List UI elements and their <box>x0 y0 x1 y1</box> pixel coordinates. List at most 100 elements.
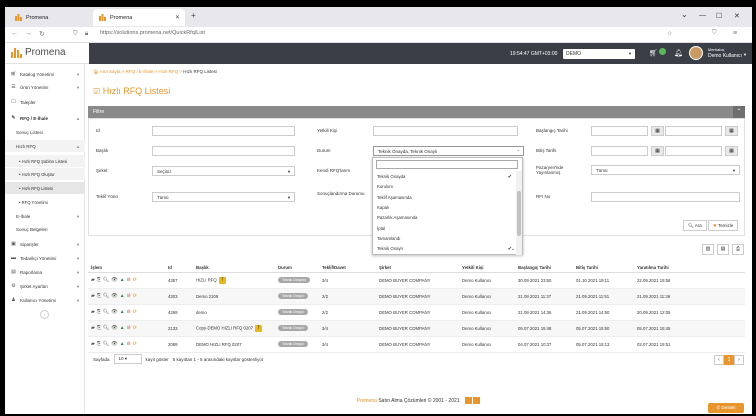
col-sirket[interactable]: Şirket <box>376 263 459 273</box>
durum-option[interactable]: Kurulum <box>376 182 516 192</box>
col-baslangic[interactable]: Başlangıç Tarihi <box>515 263 573 273</box>
sidebar-item-sirket-ayarlari[interactable]: ⚙ Şirket Ayarları ▼ <box>5 280 85 292</box>
cancel-icon[interactable]: ⊘ <box>127 325 131 331</box>
table-row[interactable]: ▰ ⎘ 🔍︎ 👁︎ ▲ ⊘ ⟳ 4357 HIZLI RFQ! Teknik Onayda 3/4 D… <box>88 272 745 289</box>
clear-button[interactable]: ✖ Temizle <box>708 220 739 231</box>
search-button[interactable]: 🔍︎ Ara <box>683 220 707 231</box>
calendar-icon[interactable]: ▦ <box>725 146 738 156</box>
notification-bell-icon[interactable]: 🔔︎ <box>674 49 683 57</box>
col-islem[interactable]: İşlem <box>88 263 165 273</box>
sidebar-item-rfq-yonetimi[interactable]: • RFQ Yönetimi <box>5 196 85 208</box>
search-icon[interactable]: 🔍︎ <box>103 341 109 347</box>
view-icon[interactable]: 👁︎ <box>111 325 117 331</box>
view-icon[interactable]: 👁︎ <box>111 341 117 347</box>
promena-logo[interactable]: Promena <box>11 47 66 58</box>
copy-icon[interactable]: ⎘ <box>97 277 101 283</box>
durum-option[interactable]: Teklif Aşamasında <box>376 193 516 203</box>
col-id[interactable]: Id <box>165 263 193 273</box>
search-icon[interactable]: 🔍︎ <box>103 325 109 331</box>
collapse-sidebar-icon[interactable]: ‹ <box>40 310 49 319</box>
table-row[interactable]: ▰ ⎘ 🔍︎ 👁︎ ▲ ⊘ ⟳ 4303 Demo 2109 Teknik Onaylı 2/2 DE… <box>88 288 745 305</box>
history-icon[interactable]: ⟳ <box>133 293 137 299</box>
sidebar-item-e-ihale[interactable]: E-İhale ▼ <box>5 210 85 222</box>
breadcrumb-hizli-rfq[interactable]: Hızlı RFQ <box>158 69 178 74</box>
close-window-icon[interactable]: ✕ <box>734 12 740 20</box>
chevron-up-icon[interactable]: ⌃ <box>733 106 745 118</box>
copy-icon[interactable]: ⎘ <box>97 341 101 347</box>
sidebar-item-rfq-olustur[interactable]: • Hızlı RFQ Oluştur <box>5 168 85 180</box>
folder-icon[interactable]: ▰ <box>91 341 95 347</box>
social-icon[interactable] <box>473 397 481 404</box>
columns-icon[interactable]: ▥ <box>702 244 714 255</box>
view-icon[interactable]: 👁︎ <box>111 277 117 283</box>
maximize-icon[interactable]: ☐ <box>716 12 722 20</box>
avatar[interactable] <box>689 46 703 60</box>
copy-icon[interactable]: ⎘ <box>97 293 101 299</box>
browser-tab-1[interactable]: Promena <box>9 9 89 26</box>
copy-icon[interactable]: ⎘ <box>97 325 101 331</box>
sidebar-item-raporlama[interactable]: ▤ Raporlama ▼ <box>5 266 85 278</box>
durum-option[interactable]: Teknik Onayda ✔ <box>376 172 516 182</box>
sidebar-item-tedarikci[interactable]: ▬ Tedarikçi Yönetimi ▼ <box>5 252 85 264</box>
user-name[interactable]: Demo Kullanıcı <box>708 53 742 59</box>
search-icon[interactable]: 🔍︎ <box>103 309 109 315</box>
col-teklif[interactable]: Teklif/Davet <box>319 263 376 273</box>
company-select[interactable]: DEMO ▼ <box>563 49 635 59</box>
sidebar-item-kullanici[interactable]: ♟ Kullanıcı Yönetimi ▼ <box>5 294 85 306</box>
tab-list-icon[interactable]: ⌄ <box>681 10 688 19</box>
approve-icon[interactable]: ▲ <box>120 341 125 347</box>
prev-page-button[interactable]: ‹ <box>714 355 724 365</box>
reload-icon[interactable]: ↻ <box>39 30 45 38</box>
bitis-start-input[interactable] <box>591 146 648 156</box>
baslik-text[interactable]: Copy-DEMO HIZLI RFQ 0207 <box>196 325 253 330</box>
col-yaratilma[interactable]: Yaratılma Tarihi <box>634 263 745 273</box>
chevron-down-icon[interactable]: ▼ <box>743 52 747 57</box>
durum-search-input[interactable] <box>376 160 518 169</box>
new-tab-button[interactable]: + <box>191 11 196 20</box>
breadcrumb-home[interactable]: Ana Sayfa <box>100 69 121 74</box>
id-input[interactable] <box>152 126 295 136</box>
sidebar-item-siparisler[interactable]: ▣ Siparişler ▼ <box>5 238 85 250</box>
minimize-icon[interactable]: — <box>699 12 706 19</box>
sidebar-item-talepler[interactable]: ☐ Talepler <box>5 96 85 108</box>
teklif-select[interactable]: Tümü ▼ <box>152 192 295 202</box>
rfqno-input[interactable] <box>591 192 740 202</box>
approve-icon[interactable]: ▲ <box>120 309 125 315</box>
history-icon[interactable]: ⟳ <box>133 325 137 331</box>
linkedin-icon[interactable] <box>464 397 472 404</box>
baslik-text[interactable]: HIZLI RFQ <box>196 277 217 282</box>
menu-icon[interactable]: ≡ <box>733 30 737 37</box>
print-icon[interactable]: ⎙ <box>732 244 744 255</box>
breadcrumb-rfq[interactable]: RFQ / E-İhale <box>126 69 154 74</box>
sidebar-item-rfq[interactable]: ✎ RFQ / E-İhale ▲ <box>5 112 85 124</box>
sidebar-item-katalog[interactable]: 🛒︎ Katalog Yönetimi ▼ <box>5 68 85 80</box>
baslik-text[interactable]: demo <box>196 310 207 315</box>
col-yetkili[interactable]: Yetkili Kişi <box>459 263 515 273</box>
baslangic-start-input[interactable] <box>591 126 648 136</box>
close-tab-icon[interactable]: ✕ <box>175 14 180 21</box>
page-size-select[interactable]: 10 ▾ <box>113 354 142 364</box>
calendar-icon[interactable]: ▦ <box>651 126 664 136</box>
cancel-icon[interactable]: ⊘ <box>127 309 131 315</box>
search-icon[interactable]: 🔍︎ <box>103 277 109 283</box>
bitis-end-input[interactable] <box>665 146 722 156</box>
cart-icon[interactable]: 🛒︎ <box>649 49 658 57</box>
durum-option[interactable]: İptal <box>376 224 516 234</box>
copy-icon[interactable]: ⎘ <box>97 309 101 315</box>
sidebar-item-urun[interactable]: ☰ Ürün Yönetimi ▼ <box>5 81 85 93</box>
history-icon[interactable]: ⟳ <box>133 277 137 283</box>
cancel-icon[interactable]: ⊘ <box>127 277 131 283</box>
url-field[interactable]: https://solutions.promena.net/QuickRfq/L… <box>100 30 205 36</box>
pazaryeri-select[interactable]: Tümü ▼ <box>591 165 740 175</box>
table-row[interactable]: ▰ ⎘ 🔍︎ 👁︎ ▲ ⊘ ⟳ 2133 Copy-DEMO HIZLI RFQ 0207! Te… <box>88 320 745 337</box>
view-icon[interactable]: 👁︎ <box>111 293 117 299</box>
approve-icon[interactable]: ▲ <box>120 293 125 299</box>
folder-icon[interactable]: ▰ <box>91 325 95 331</box>
sidebar-item-hizli-rfq[interactable]: Hızlı RFQ ▲ <box>5 140 85 152</box>
baslangic-end-input[interactable] <box>665 126 722 136</box>
scrollbar-thumb[interactable] <box>517 191 521 236</box>
export-icon[interactable]: ▤ <box>717 244 729 255</box>
folder-icon[interactable]: ▰ <box>91 293 95 299</box>
baslik-text[interactable]: DEMO HIZLI RFQ 0207 <box>196 342 242 347</box>
history-icon[interactable]: ⟳ <box>133 309 137 315</box>
